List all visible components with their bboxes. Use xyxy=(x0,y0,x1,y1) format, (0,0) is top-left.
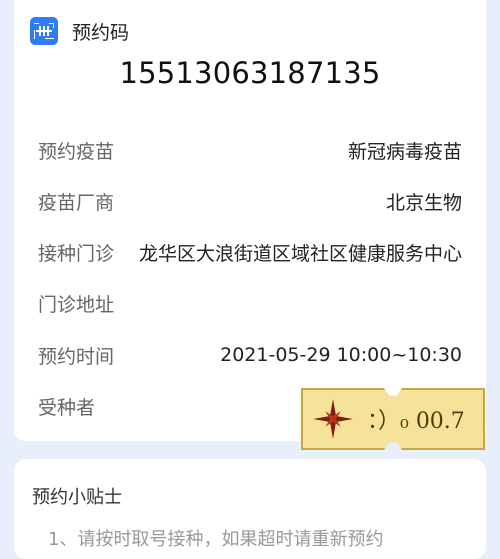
detail-value: 北京生物 xyxy=(385,191,462,214)
detail-label: 受种者 xyxy=(38,396,96,419)
detail-value: 新冠病毒疫苗 xyxy=(347,140,462,163)
detail-label: 门诊地址 xyxy=(38,293,115,316)
appointment-code: 15513063187135 xyxy=(119,56,381,90)
barcode-icon xyxy=(30,17,58,45)
detail-value: 2021-05-29 10:00~10:30 xyxy=(220,344,462,366)
detail-row-address: 门诊地址 xyxy=(38,288,462,318)
tips-card: 预约小贴士 1、请按时取号接种，如果超时请重新预约 xyxy=(14,459,486,559)
appointment-card: 预约码 15513063187135 预约疫苗 新冠病毒疫苗 疫苗厂商 北京生物… xyxy=(14,0,486,441)
tips-title: 预约小贴士 xyxy=(32,487,122,508)
sticker-text: ：）₀ 00.7 xyxy=(367,409,465,434)
detail-label: 疫苗厂商 xyxy=(38,191,115,214)
detail-label: 预约时间 xyxy=(38,345,115,368)
detail-row-vaccine: 预约疫苗 新冠病毒疫苗 xyxy=(38,135,462,165)
header-title: 预约码 xyxy=(72,21,130,44)
detail-label: 接种门诊 xyxy=(38,242,115,265)
detail-row-time: 预约时间 2021-05-29 10:00~10:30 xyxy=(38,340,462,370)
redaction-sticker: ：）₀ 00.7 xyxy=(301,388,485,450)
card-header: 预约码 xyxy=(30,13,129,49)
detail-row-manufacturer: 疫苗厂商 北京生物 xyxy=(38,186,462,216)
detail-value: 龙华区大浪街道区域社区健康服务中心 xyxy=(138,242,462,265)
sparkle-star-icon xyxy=(313,399,353,439)
tips-line: 1、请按时取号接种，如果超时请重新预约 xyxy=(48,529,384,550)
detail-row-clinic: 接种门诊 龙华区大浪街道区域社区健康服务中心 xyxy=(38,237,462,267)
detail-label: 预约疫苗 xyxy=(38,140,115,163)
